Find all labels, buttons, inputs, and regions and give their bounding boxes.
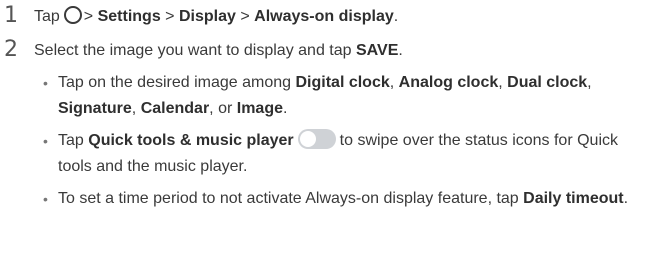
punctuation: . bbox=[393, 8, 399, 25]
bullet-dot: • bbox=[43, 75, 48, 91]
separator: > bbox=[240, 8, 250, 25]
bullet-item: • To set a time period to not activate A… bbox=[43, 186, 638, 212]
separator: > bbox=[83, 8, 94, 25]
bullet-text-pre: Tap bbox=[58, 132, 84, 149]
bullet-text-pre: To set a time period to not activate Alw… bbox=[58, 190, 519, 207]
separator: > bbox=[165, 8, 175, 25]
bullet-item: • Tap Quick tools & music player to swipe… bbox=[43, 128, 638, 180]
punctuation: . bbox=[283, 100, 288, 117]
punctuation: . bbox=[398, 42, 403, 59]
always-on-display-label: Always-on display bbox=[254, 8, 394, 25]
settings-label: Settings bbox=[97, 8, 161, 25]
bullet-dot: • bbox=[43, 133, 48, 149]
punctuation: . bbox=[623, 190, 629, 207]
step-2: 2 Select the image you want to display a… bbox=[0, 37, 403, 68]
bullet-item: • Tap on the desired image among Digital… bbox=[43, 70, 638, 122]
punctuation: , bbox=[498, 74, 503, 91]
save-label: SAVE bbox=[355, 42, 399, 59]
punctuation: , bbox=[389, 74, 395, 91]
step-text-pre: Select the image you want to display and… bbox=[34, 42, 352, 59]
daily-timeout-label: Daily timeout bbox=[523, 190, 624, 207]
option-digital-clock: Digital clock bbox=[295, 74, 390, 91]
toggle-switch-icon bbox=[297, 129, 336, 149]
step-text-pre: Tap bbox=[34, 8, 60, 25]
option-dual-clock: Dual clock bbox=[507, 74, 588, 91]
conjunction: , or bbox=[209, 100, 233, 117]
instruction-document: 1 Tap > Settings > Display > Always-on di… bbox=[0, 0, 647, 253]
step-number: 1 bbox=[4, 3, 18, 28]
step-text: Tap > Settings > Display > Always-on disp… bbox=[34, 6, 398, 28]
bullet-text-pre: Tap on the desired image among bbox=[58, 74, 292, 91]
option-calendar: Calendar bbox=[140, 100, 210, 117]
option-analog-clock: Analog clock bbox=[398, 74, 499, 91]
option-image: Image bbox=[236, 100, 283, 117]
home-button-icon bbox=[63, 6, 82, 24]
step-number: 2 bbox=[4, 37, 18, 62]
bullet-dot: • bbox=[43, 191, 48, 207]
step-text: Select the image you want to display and… bbox=[34, 40, 403, 62]
step-1: 1 Tap > Settings > Display > Always-on di… bbox=[0, 3, 398, 34]
quick-tools-music-player-label: Quick tools & music player bbox=[88, 132, 294, 149]
punctuation: , bbox=[587, 74, 592, 91]
punctuation: , bbox=[131, 100, 137, 117]
option-signature: Signature bbox=[58, 100, 132, 117]
display-label: Display bbox=[178, 8, 236, 25]
